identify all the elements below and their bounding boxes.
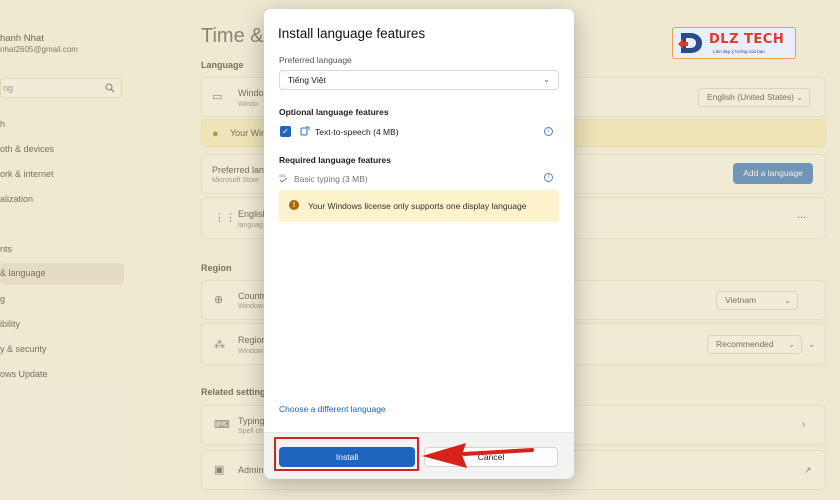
info-icon[interactable]: i bbox=[544, 173, 553, 182]
optional-features-heading: Optional language features bbox=[279, 107, 389, 117]
required-features-heading: Required language features bbox=[279, 155, 391, 165]
highlight-box bbox=[274, 437, 419, 471]
svg-text:ABC: ABC bbox=[279, 174, 287, 178]
basic-typing-label: Basic typing (3 MB) bbox=[294, 174, 368, 184]
license-warning-text: Your Windows license only supports one d… bbox=[308, 201, 527, 211]
choose-different-language-link[interactable]: Choose a different language bbox=[279, 404, 386, 414]
logo-mark-icon bbox=[678, 33, 702, 53]
dlz-tech-logo: DLZ TECH Làm đẹp ý tưởng của bạn bbox=[672, 27, 796, 59]
text-to-speech-checkbox[interactable]: ✓ bbox=[280, 126, 291, 137]
preferred-language-select[interactable]: Tiếng Việt ⌄ bbox=[279, 70, 559, 90]
install-language-features-dialog: Install language features Preferred lang… bbox=[264, 9, 574, 479]
dialog-title: Install language features bbox=[278, 26, 426, 41]
text-to-speech-icon bbox=[300, 126, 310, 136]
license-warning: ! Your Windows license only supports one… bbox=[279, 190, 559, 222]
select-value: Tiếng Việt bbox=[288, 75, 326, 85]
warning-icon: ! bbox=[289, 200, 299, 210]
logo-text: DLZ TECH bbox=[709, 32, 785, 47]
chevron-down-icon: ⌄ bbox=[543, 75, 550, 84]
info-icon[interactable]: i bbox=[544, 127, 553, 136]
text-to-speech-label: Text-to-speech (4 MB) bbox=[315, 127, 399, 137]
red-arrow-icon bbox=[422, 443, 534, 468]
basic-typing-icon: ABC bbox=[279, 174, 288, 183]
preferred-language-label: Preferred language bbox=[279, 55, 352, 65]
logo-tagline: Làm đẹp ý tưởng của bạn bbox=[713, 49, 765, 54]
